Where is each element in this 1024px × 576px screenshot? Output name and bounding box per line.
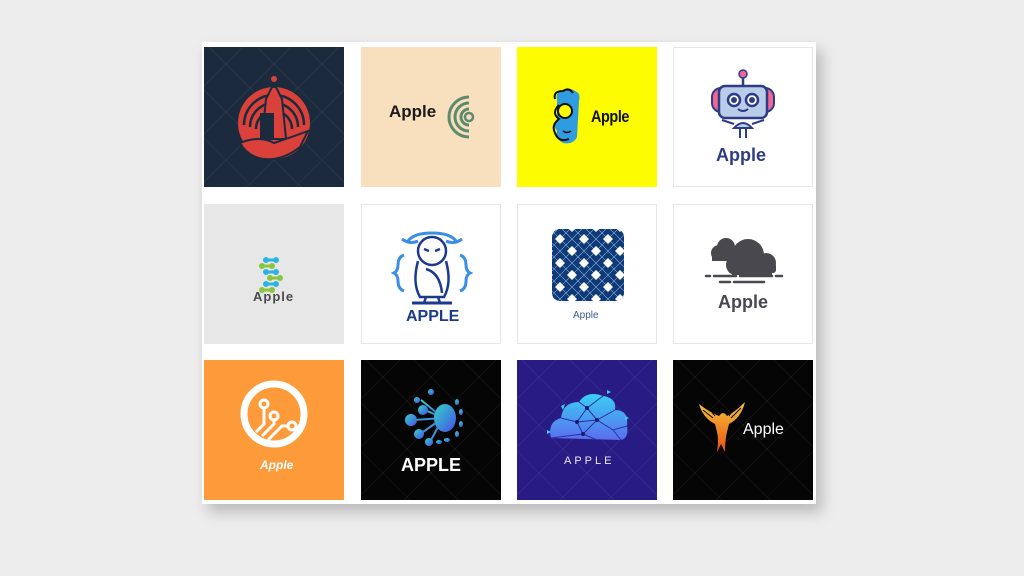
logo-tile-blue-head[interactable]: Apple bbox=[517, 47, 657, 187]
lattice-line bbox=[619, 229, 624, 301]
lattice-line bbox=[632, 227, 657, 311]
logo-gallery-board: Apple Apple Apple Apple APPLE Apple Appl… bbox=[202, 42, 816, 504]
logo-tile-owl[interactable]: APPLE bbox=[361, 204, 501, 344]
circuit-circle-icon bbox=[240, 380, 308, 448]
logo-wordmark: APPLE bbox=[401, 455, 462, 475]
logo-wordmark: Apple bbox=[260, 458, 294, 472]
dna-strand-icon bbox=[259, 257, 283, 293]
logo-tile-green-rings[interactable]: Apple bbox=[361, 47, 501, 187]
logo-tile-robot[interactable]: Apple bbox=[673, 47, 813, 187]
logo-tile-red-hand-tower[interactable] bbox=[204, 47, 344, 187]
neuron-icon bbox=[405, 389, 463, 446]
logo-wordmark: Apple bbox=[716, 145, 767, 165]
hand-tower-icon bbox=[238, 76, 311, 161]
diamond-mark bbox=[552, 270, 553, 280]
logo-wordmark: Apple bbox=[743, 421, 784, 438]
logo-wordmark: Apple bbox=[573, 310, 599, 321]
logo-tile-circuit-circle[interactable]: Apple bbox=[204, 360, 344, 500]
lattice-line bbox=[632, 227, 657, 311]
logo-wordmark: Apple bbox=[718, 292, 769, 312]
robot-icon bbox=[711, 69, 775, 138]
logo-wordmark: APPLE bbox=[564, 455, 615, 467]
logo-tile-cloud-tree[interactable]: Apple bbox=[673, 204, 813, 344]
diamond-mark bbox=[552, 294, 553, 301]
logo-wordmark: APPLE bbox=[406, 308, 460, 325]
face-profile-icon bbox=[552, 88, 580, 144]
diamond-grid-icon bbox=[552, 227, 657, 311]
diamond-mark bbox=[552, 229, 553, 232]
diamond-mark bbox=[552, 246, 553, 256]
logo-wordmark: Apple bbox=[591, 107, 630, 126]
logo-tile-diamond-grid[interactable]: Apple bbox=[517, 204, 657, 344]
logo-wordmark: Apple bbox=[389, 102, 437, 121]
logo-tile-dna-strand[interactable]: Apple bbox=[204, 204, 344, 344]
logo-wordmark: Apple bbox=[253, 289, 295, 304]
logo-tile-neuron[interactable]: APPLE bbox=[361, 360, 501, 500]
cloud-tree-icon bbox=[704, 238, 784, 284]
lattice-line bbox=[619, 229, 624, 301]
logo-tile-poly-cloud[interactable]: APPLE bbox=[517, 360, 657, 500]
polygon-cloud-icon bbox=[547, 390, 629, 441]
logo-tile-phoenix[interactable]: Apple bbox=[673, 360, 813, 500]
